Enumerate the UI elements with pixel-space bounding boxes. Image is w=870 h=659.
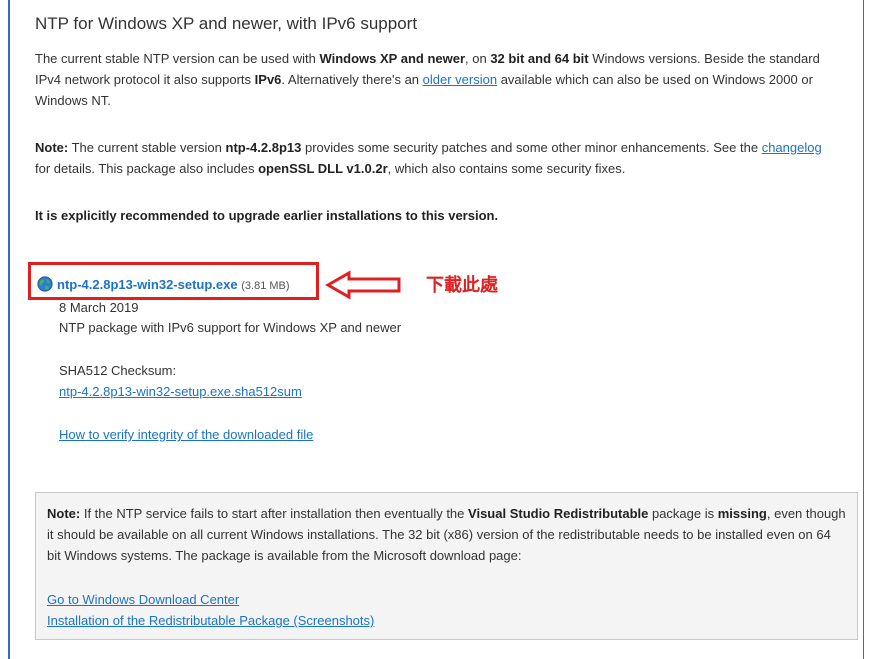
intro-text: . Alternatively there's an bbox=[281, 72, 423, 87]
older-version-link[interactable]: older version bbox=[423, 72, 497, 87]
intro-text: , on bbox=[465, 51, 491, 66]
note-bold-vs-redist: Visual Studio Redistributable bbox=[468, 506, 649, 521]
redist-install-row: Installation of the Redistributable Pack… bbox=[47, 610, 847, 631]
download-here-annotation: 下載此處 bbox=[426, 275, 498, 296]
intro-bold-os: Windows XP and newer bbox=[319, 51, 466, 66]
note-bold-openssl: openSSL DLL v1.0.2r bbox=[258, 161, 388, 176]
intro-paragraph: The current stable NTP version can be us… bbox=[35, 48, 835, 111]
globe-icon bbox=[37, 276, 53, 292]
redistributable-note: Note: If the NTP service fails to start … bbox=[47, 503, 847, 566]
checksum-link-row: ntp-4.2.8p13-win32-setup.exe.sha512sum bbox=[59, 382, 302, 402]
annotation-arrow-icon bbox=[325, 270, 401, 300]
note-text: The current stable version bbox=[68, 140, 226, 155]
intro-text: The current stable NTP version can be us… bbox=[35, 51, 320, 66]
note-paragraph: Note: The current stable version ntp-4.2… bbox=[35, 137, 835, 179]
verify-integrity-link[interactable]: How to verify integrity of the downloade… bbox=[59, 427, 313, 442]
download-line: ntp-4.2.8p13-win32-setup.exe (3.81 MB) bbox=[37, 276, 290, 292]
package-description: NTP package with IPv6 support for Window… bbox=[59, 320, 402, 335]
note-bold-version: ntp-4.2.8p13 bbox=[225, 140, 302, 155]
note-text: package is bbox=[648, 506, 718, 521]
note-text: provides some security patches and some … bbox=[301, 140, 762, 155]
redist-installation-link[interactable]: Installation of the Redistributable Pack… bbox=[47, 613, 374, 628]
recommend-bold: It is explicitly recommended to upgrade … bbox=[35, 208, 499, 223]
section-heading: NTP for Windows XP and newer, with IPv6 … bbox=[35, 14, 418, 33]
download-center-link[interactable]: Go to Windows Download Center bbox=[47, 592, 239, 607]
download-file-link[interactable]: ntp-4.2.8p13-win32-setup.exe bbox=[57, 277, 238, 292]
file-size: (3.81 MB) bbox=[241, 280, 290, 292]
download-center-row: Go to Windows Download Center bbox=[47, 589, 847, 610]
note-label: Note: bbox=[47, 506, 81, 521]
intro-bold-ipv6: IPv6 bbox=[254, 72, 282, 87]
changelog-link[interactable]: changelog bbox=[762, 140, 822, 155]
note-label: Note: bbox=[35, 140, 69, 155]
release-date: 8 March 2019 bbox=[59, 300, 139, 315]
checksum-link[interactable]: ntp-4.2.8p13-win32-setup.exe.sha512sum bbox=[59, 384, 302, 399]
note-text: , which also contains some security fixe… bbox=[387, 161, 626, 176]
verify-link-row: How to verify integrity of the downloade… bbox=[59, 425, 313, 445]
checksum-label: SHA512 Checksum: bbox=[59, 363, 177, 378]
intro-bold-bits: 32 bit and 64 bit bbox=[490, 51, 589, 66]
note-text: for details. This package also includes bbox=[35, 161, 259, 176]
note-text: If the NTP service fails to start after … bbox=[80, 506, 469, 521]
recommend-text: It is explicitly recommended to upgrade … bbox=[35, 205, 835, 226]
redistributable-note-box: Note: If the NTP service fails to start … bbox=[35, 492, 858, 640]
note-bold-missing: missing bbox=[717, 506, 767, 521]
